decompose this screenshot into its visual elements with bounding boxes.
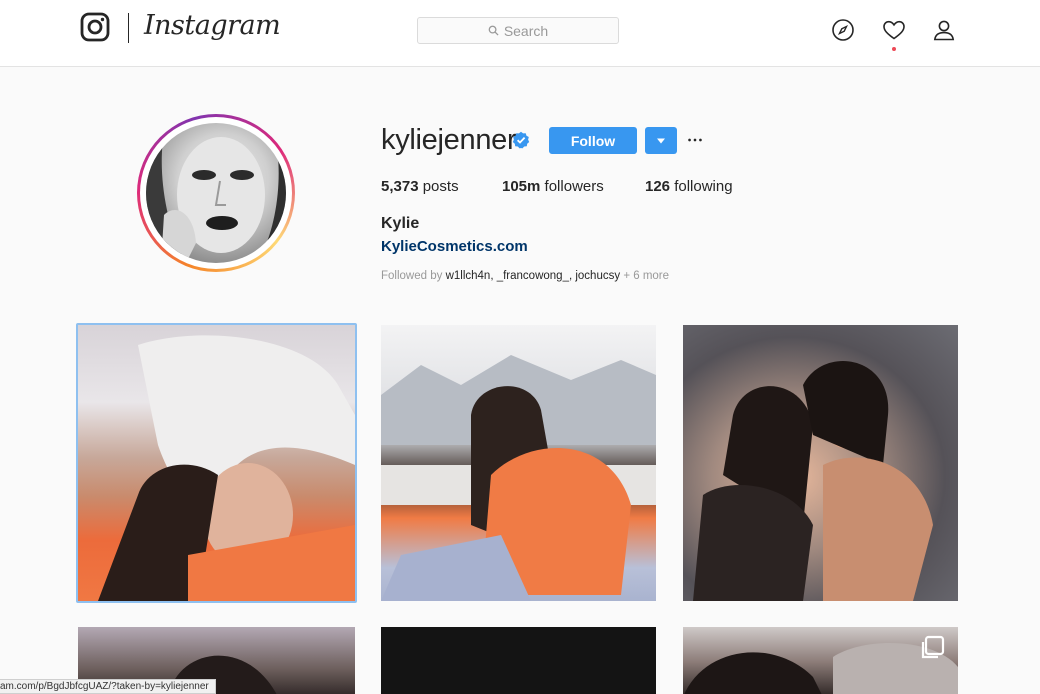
followed-by-text[interactable]: Followed by w1llch4n, _francowong_, joch… — [381, 270, 669, 282]
profile-full-name: Kylie — [381, 215, 420, 232]
browser-status-url: am.com/p/BgdJbfcgUAZ/?taken-by=kyliejenn… — [0, 679, 216, 694]
post-tile[interactable] — [381, 627, 656, 694]
carousel-icon — [921, 635, 945, 659]
compass-icon[interactable] — [831, 18, 855, 42]
followers-count[interactable]: 105m followers — [502, 178, 604, 195]
search-icon — [488, 25, 499, 36]
person-icon[interactable] — [932, 18, 956, 42]
followed-by-more[interactable]: + 6 more — [623, 270, 669, 282]
followed-by-prefix: Followed by — [381, 270, 443, 282]
suggested-dropdown-button[interactable] — [645, 127, 677, 154]
posts-label: posts — [422, 178, 459, 195]
followed-by-users[interactable]: w1llch4n, _francowong_, jochucsy — [446, 270, 621, 282]
posts-number: 5,373 — [381, 178, 419, 195]
avatar — [146, 123, 286, 263]
post-image — [381, 355, 656, 601]
profile-website-link[interactable]: KylieCosmetics.com — [381, 238, 528, 255]
selected-tile-outline — [76, 323, 357, 603]
following-label: following — [674, 178, 733, 195]
search-placeholder: Search — [503, 22, 549, 39]
instagram-wordmark[interactable]: Instagram — [144, 10, 281, 41]
profile-username: kyliejenner — [381, 124, 517, 156]
instagram-glyph-icon[interactable] — [80, 12, 110, 42]
followers-label: followers — [544, 178, 604, 195]
avatar-portrait — [146, 123, 286, 263]
follow-button[interactable]: Follow — [549, 127, 637, 154]
avatar-border — [140, 117, 292, 269]
search-input[interactable]: Search — [417, 17, 619, 44]
post-tile[interactable] — [683, 325, 958, 601]
avatar-story-ring[interactable] — [137, 114, 295, 272]
posts-count: 5,373 posts — [381, 178, 459, 195]
ellipsis-icon — [688, 138, 702, 142]
followers-number: 105m — [502, 178, 541, 195]
heart-icon[interactable] — [882, 18, 906, 42]
notification-dot — [892, 47, 896, 51]
logo-divider — [128, 13, 129, 43]
post-tile[interactable] — [381, 325, 656, 601]
following-count[interactable]: 126 following — [645, 178, 733, 195]
post-image — [693, 361, 933, 601]
verified-badge-icon — [512, 131, 530, 149]
more-options-button[interactable] — [686, 131, 704, 149]
post-image — [684, 643, 958, 694]
post-tile[interactable] — [683, 627, 958, 694]
caret-down-icon — [657, 138, 665, 143]
top-nav: Instagram Search — [0, 0, 1040, 67]
following-number: 126 — [645, 178, 671, 195]
